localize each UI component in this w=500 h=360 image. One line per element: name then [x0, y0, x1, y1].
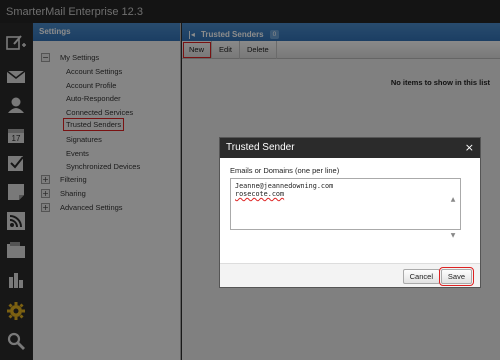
dialog-body: Emails or Domains (one per line) Jeanne@…	[220, 158, 480, 239]
dialog-footer: Cancel Save	[220, 263, 480, 287]
emails-textarea[interactable]: Jeanne@jeannedowning.com rosecote.com ▲ ▼	[230, 178, 461, 239]
close-icon[interactable]: ×	[465, 141, 474, 154]
domain-line: rosecote.com	[235, 190, 285, 198]
dialog-header: Trusted Sender ×	[220, 138, 480, 158]
dialog-title: Trusted Sender	[226, 142, 295, 153]
trusted-sender-dialog: Trusted Sender × Emails or Domains (one …	[219, 137, 481, 288]
cancel-button[interactable]: Cancel	[402, 269, 440, 284]
emails-field-label: Emails or Domains (one per line)	[230, 166, 340, 175]
email-line: Jeanne@jeannedowning.com	[235, 182, 334, 190]
save-button[interactable]: Save	[438, 267, 475, 286]
textarea-scroll-arrows[interactable]: ▲ ▼	[449, 182, 457, 254]
